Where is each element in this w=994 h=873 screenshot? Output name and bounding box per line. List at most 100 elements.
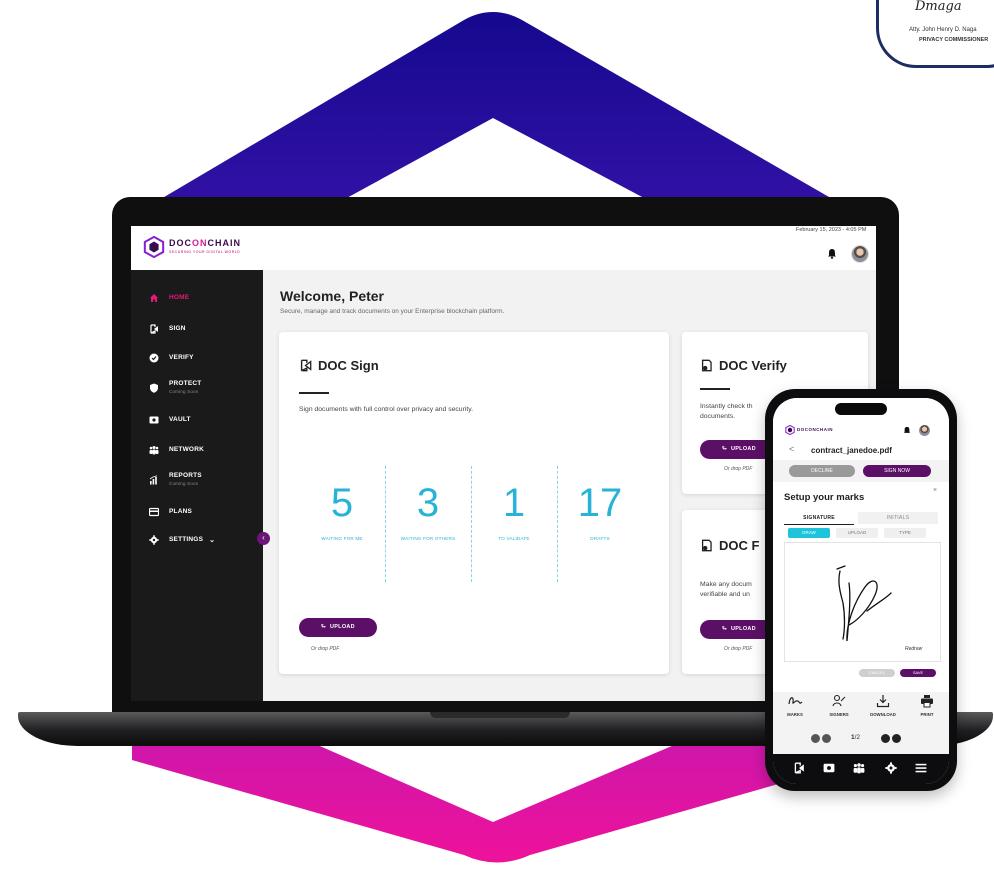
page-indicator: 1/2: [851, 734, 861, 741]
signers-tool[interactable]: SIGNERS: [819, 692, 859, 717]
shield-icon: [150, 383, 158, 393]
logo-text: DOCONCHAIN: [169, 238, 241, 248]
draw-tab[interactable]: DRAW: [788, 528, 830, 538]
stat-waiting-for-others[interactable]: 3 WAITING FOR OTHERS: [385, 466, 471, 582]
card-description: Instantly check th documents.: [700, 403, 753, 420]
sidebar-collapse-button[interactable]: ‹: [257, 532, 270, 545]
sidebar-item-reports[interactable]: REPORTS Coming Soon: [149, 472, 202, 486]
file-name: contract_janedoe.pdf: [811, 446, 892, 455]
top-bar: DOCONCHAIN SECURING YOUR DIGITAL WORLD F…: [131, 226, 876, 270]
card-description: Make any docum verifiable and un: [700, 581, 752, 598]
drop-pdf-hint: Or drop PDF: [724, 466, 753, 472]
prev-page-button[interactable]: [822, 734, 831, 743]
logo-tagline: SECURING YOUR DIGITAL WORLD: [169, 250, 241, 254]
save-button[interactable]: SAVE: [900, 669, 936, 677]
download-tool[interactable]: DOWNLOAD: [863, 692, 903, 717]
close-icon[interactable]: ×: [933, 487, 937, 494]
card-title: DOC Sign: [299, 358, 379, 373]
seal-name: Atty. John Henry D. Naga: [909, 27, 977, 33]
drop-pdf-hint: Or drop PDF: [311, 646, 340, 652]
reports-icon: [149, 475, 158, 485]
gear-icon: [149, 535, 159, 545]
doconchain-logo-icon[interactable]: [143, 236, 165, 258]
privacy-seal: Dmaga Atty. John Henry D. Naga PRIVACY C…: [876, 0, 994, 68]
signature-canvas[interactable]: [784, 542, 941, 662]
card-title: DOC Verify: [700, 358, 787, 373]
sidebar-item-verify[interactable]: VERIFY: [149, 353, 194, 363]
chevron-down-icon: ⌄: [209, 537, 216, 544]
stat-waiting-for-me[interactable]: 5 WAITING FOR ME: [299, 466, 385, 582]
plans-icon: [149, 507, 159, 517]
back-icon[interactable]: <: [789, 444, 794, 454]
stat-to-validate[interactable]: 1 TO VALIDATE: [471, 466, 557, 582]
sidebar-item-network[interactable]: NETWORK: [149, 446, 204, 455]
user-avatar[interactable]: [919, 425, 930, 436]
sidebar-item-home[interactable]: HOME: [149, 294, 189, 303]
sidebar-item-label: SIGN: [169, 325, 186, 332]
drop-pdf-hint: Or drop PDF: [724, 646, 753, 652]
user-avatar[interactable]: [851, 245, 869, 263]
sidebar-item-sign[interactable]: SIGN: [149, 324, 186, 334]
vault-icon: [149, 416, 159, 424]
datetime: February 15, 2023 - 4:05 PM: [796, 227, 867, 233]
bell-icon[interactable]: [903, 426, 911, 435]
laptop-hinge: [430, 712, 570, 718]
last-page-button[interactable]: [892, 734, 901, 743]
check-circle-icon: [149, 353, 159, 363]
modal-title: Setup your marks: [784, 492, 865, 503]
signature-drawing: [836, 565, 892, 642]
sidebar-item-vault[interactable]: VAULT: [149, 416, 191, 425]
sidebar-item-label: PLANS: [169, 508, 193, 515]
first-page-button[interactable]: [811, 734, 820, 743]
sidebar-item-label: HOME: [169, 294, 190, 301]
document-toolbar: MARKS SIGNERS DOWNLOAD PRINT: [773, 692, 949, 728]
doc-sign-card: DOC Sign Sign documents with full contro…: [279, 332, 669, 674]
sidebar: HOME SIGN VERIFY PROTECT Coming Soon VAUL…: [131, 270, 263, 701]
phone-bottom-nav: [773, 754, 949, 784]
card-description: Sign documents with full control over pr…: [299, 406, 474, 413]
bell-icon[interactable]: [827, 248, 837, 259]
sidebar-item-label: VAULT: [169, 416, 191, 423]
sidebar-item-label: NETWORK: [169, 446, 204, 453]
stat-drafts[interactable]: 17 DRAFTS: [557, 466, 643, 582]
seal-title: PRIVACY COMMISSIONER: [919, 37, 989, 43]
sidebar-item-label: PROTECT: [169, 380, 202, 387]
network-icon[interactable]: [853, 762, 865, 774]
sidebar-item-settings[interactable]: SETTINGS ⌄: [149, 535, 216, 545]
print-tool[interactable]: PRINT: [907, 692, 947, 717]
page-subtitle: Secure, manage and track documents on yo…: [280, 308, 505, 315]
sign-icon[interactable]: [793, 762, 805, 774]
dynamic-island: [835, 403, 887, 415]
title-underline: [299, 392, 329, 394]
sign-now-button[interactable]: SIGN NOW: [863, 465, 931, 477]
tab-initials[interactable]: INITIALS: [858, 512, 938, 524]
next-page-button[interactable]: [881, 734, 890, 743]
protect-doc-icon: [701, 539, 712, 552]
home-icon: [150, 294, 158, 302]
logo-text: DOCONCHAIN: [797, 427, 833, 432]
upload-icon: ⮑: [722, 626, 728, 632]
marks-icon: [788, 697, 803, 705]
vault-icon[interactable]: [823, 762, 835, 774]
coming-soon-label: Coming Soon: [169, 389, 199, 394]
sidebar-item-label: VERIFY: [169, 354, 194, 361]
network-icon: [149, 446, 159, 455]
phone-screen: DOCONCHAIN < contract_janedoe.pdf DECLIN…: [773, 398, 949, 784]
upload-tab[interactable]: UPLOAD: [836, 528, 878, 538]
seal-signature: Dmaga: [915, 0, 962, 14]
marks-tool[interactable]: MARKS: [775, 692, 815, 717]
tab-signature[interactable]: SIGNATURE: [784, 512, 854, 525]
menu-icon[interactable]: [915, 762, 927, 774]
sidebar-item-protect[interactable]: PROTECT Coming Soon: [149, 380, 201, 394]
redraw-link[interactable]: Redraw: [905, 646, 922, 652]
cancel-button[interactable]: CANCEL: [859, 669, 895, 677]
sidebar-item-label: REPORTS: [169, 472, 202, 479]
signers-icon: [832, 694, 846, 707]
doconchain-logo-icon[interactable]: [785, 425, 795, 435]
decline-button[interactable]: DECLINE: [789, 465, 855, 477]
upload-button[interactable]: ⮑ UPLOAD: [299, 618, 377, 637]
sidebar-item-plans[interactable]: PLANS: [149, 507, 193, 517]
type-tab[interactable]: TYPE: [884, 528, 926, 538]
upload-icon: ⮑: [321, 624, 327, 630]
gear-icon[interactable]: [885, 762, 897, 774]
